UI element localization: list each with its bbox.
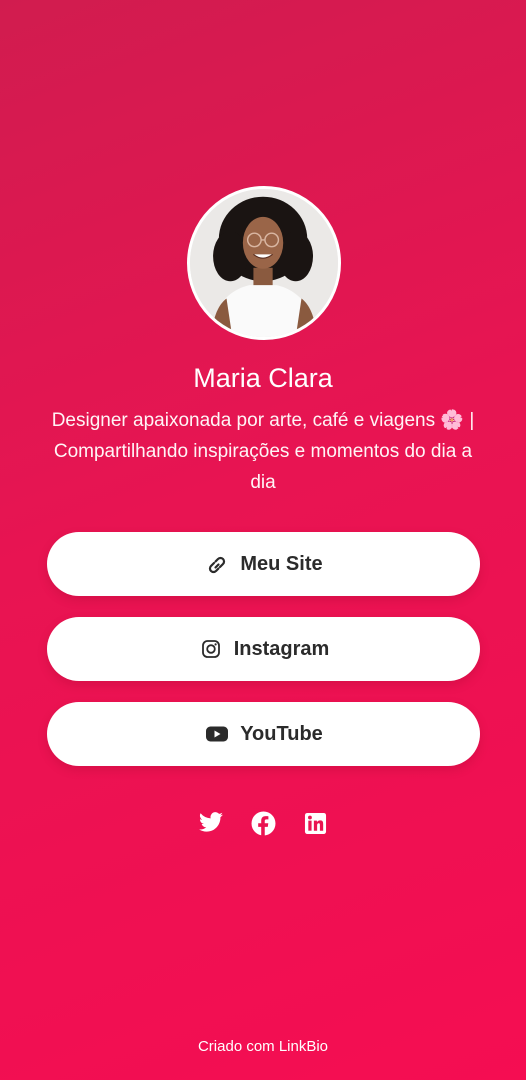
facebook-icon[interactable] [250,810,276,836]
avatar [187,186,341,340]
meu-site-label: Meu Site [240,552,323,575]
linkedin-icon[interactable] [302,810,328,836]
instagram-icon [198,638,224,660]
profile-photo [190,189,338,337]
footer-credit: Criado com LinkBio [197,1038,329,1055]
youtube-icon [204,723,230,745]
linkbio-page: Maria Clara Designer apaixonada por arte… [0,0,526,1080]
youtube-button[interactable]: YouTube [47,702,480,766]
link-icon [204,553,230,575]
instagram-button[interactable]: Instagram [47,617,480,681]
link-list: Meu Site Instagram YouTube [47,532,480,787]
social-icons [0,810,526,836]
instagram-label: Instagram [233,637,330,660]
profile-bio: Designer apaixonada por arte, café e via… [51,410,475,493]
profile-name: Maria Clara [193,363,333,393]
meu-site-button[interactable]: Meu Site [47,532,480,596]
youtube-label: YouTube [240,722,323,745]
twitter-icon[interactable] [198,810,224,836]
